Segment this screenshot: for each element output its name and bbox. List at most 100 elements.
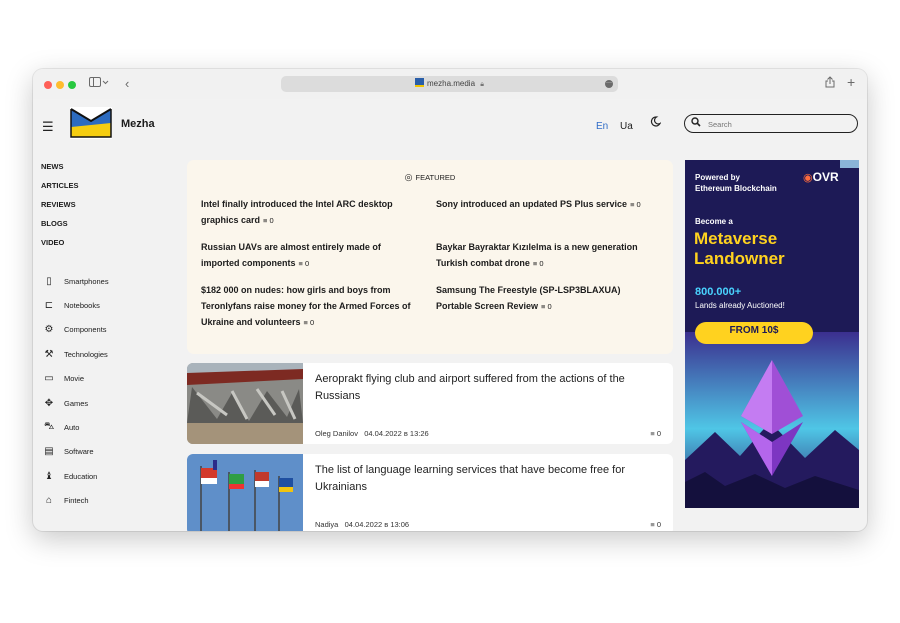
address-bar[interactable]: mezha.media 🔒︎ ··· xyxy=(281,76,618,92)
ad-logo: ◉OVR xyxy=(803,170,839,184)
article-meta: Nadiya 04.04.2022 в 13:06 xyxy=(315,520,409,529)
minimize-window-button[interactable] xyxy=(56,81,64,89)
comment-count: 0 xyxy=(547,302,552,311)
comment-count: 0 xyxy=(656,520,661,529)
ad-become: Become a xyxy=(695,217,733,226)
category-movie[interactable]: ▭ Movie xyxy=(44,367,109,391)
primary-nav: NEWS ARTICLES REVIEWS BLOGS VIDEO xyxy=(41,161,79,256)
comment-count: 0 xyxy=(636,200,641,209)
browser-window: ‹ mezha.media 🔒︎ ··· + ☰ Mezha En Ua Sea… xyxy=(33,69,867,531)
more-icon[interactable]: ··· xyxy=(605,80,613,88)
featured-item[interactable]: Samsung The Freestyle (SP-LSP3BLAXUA) Po… xyxy=(436,282,654,315)
featured-item[interactable]: Sony introduced an updated PS Plus servi… xyxy=(436,196,654,213)
new-tab-icon[interactable]: + xyxy=(847,74,855,90)
article-meta: Oleg Danilov 04.04.2022 в 13:26 xyxy=(315,429,429,438)
article-card[interactable]: Aeroprakt flying club and airport suffer… xyxy=(187,363,673,444)
share-icon[interactable] xyxy=(825,76,835,91)
category-games[interactable]: ✥ Games xyxy=(44,391,109,415)
category-label: Fintech xyxy=(64,496,89,506)
comment-icon: ≡ xyxy=(532,259,538,268)
mezha-logo[interactable] xyxy=(70,107,112,139)
bank-icon: ⌂ xyxy=(45,495,53,507)
comment-count: 0 xyxy=(656,429,661,438)
sidebar-icon[interactable] xyxy=(89,77,109,91)
laptop-icon: ⊏ xyxy=(44,300,54,312)
comment-count: 0 xyxy=(310,318,315,327)
category-label: Smartphones xyxy=(64,276,109,286)
featured-item[interactable]: Russian UAVs are almost entirely made of… xyxy=(201,239,419,272)
nav-news[interactable]: NEWS xyxy=(41,161,79,180)
category-components[interactable]: ⚙︎ Components xyxy=(44,318,109,342)
comment-icon: ≡ xyxy=(263,216,268,225)
featured-block: ◎ FEATURED Intel finally introduced the I… xyxy=(187,160,673,354)
category-fintech[interactable]: ⌂ Fintech xyxy=(44,489,109,513)
category-auto[interactable]: ⛍︎ Auto xyxy=(44,415,109,439)
browser-titlebar: ‹ mezha.media 🔒︎ ··· + xyxy=(33,69,867,99)
category-technologies[interactable]: ⚒︎ Technologies xyxy=(44,342,109,366)
car-icon: ⛍︎ xyxy=(44,421,55,433)
featured-title: Intel finally introduced the Intel ARC d… xyxy=(201,199,393,225)
article-title[interactable]: Aeroprakt flying club and airport suffer… xyxy=(315,371,661,405)
article-thumbnail[interactable] xyxy=(187,454,303,531)
featured-title: Sony introduced an updated PS Plus servi… xyxy=(436,199,628,209)
article-date: 04.04.2022 в 13:06 xyxy=(344,520,410,529)
search-box[interactable] xyxy=(684,114,858,133)
site-header: ☰ Mezha En Ua xyxy=(33,99,867,151)
article-thumbnail[interactable] xyxy=(187,363,303,444)
nav-video[interactable]: VIDEO xyxy=(41,237,79,256)
article-comments[interactable]: ≡ 0 xyxy=(650,429,661,438)
featured-item[interactable]: Baykar Bayraktar Kızılelma is a new gene… xyxy=(436,239,654,272)
robot-arm-icon: ⚒︎ xyxy=(44,348,54,360)
comment-icon: ≡ xyxy=(303,318,308,327)
search-icon xyxy=(691,117,701,130)
article-author[interactable]: Nadiya xyxy=(315,520,338,529)
comment-icon: ≡ xyxy=(630,200,635,209)
category-software[interactable]: ▤ Software xyxy=(44,440,109,464)
featured-item[interactable]: $182 000 on nudes: how girls and boys fr… xyxy=(201,282,419,331)
category-smartphones[interactable]: ▯ Smartphones xyxy=(44,269,109,293)
menu-icon[interactable]: ☰ xyxy=(42,119,54,135)
featured-icon: ◎ xyxy=(404,172,413,182)
ovr-logo-icon: ◉ xyxy=(803,172,813,184)
category-nav: ▯ Smartphones ⊏ Notebooks ⚙︎ Components ⚒︎ T… xyxy=(44,269,109,513)
category-label: Education xyxy=(64,471,98,481)
category-notebooks[interactable]: ⊏ Notebooks xyxy=(44,293,109,317)
nav-articles[interactable]: ARTICLES xyxy=(41,180,79,199)
comment-count: 0 xyxy=(269,216,274,225)
nav-reviews[interactable]: REVIEWS xyxy=(41,199,79,218)
ad-powered-text: Powered by Ethereum Blockchain xyxy=(695,173,777,193)
category-label: Movie xyxy=(64,374,85,384)
dark-mode-toggle[interactable] xyxy=(650,116,662,130)
comment-count: 0 xyxy=(539,259,544,268)
search-input[interactable] xyxy=(706,117,850,131)
featured-item[interactable]: Intel finally introduced the Intel ARC d… xyxy=(201,196,419,229)
window-icon: ▤ xyxy=(44,446,54,458)
article-card[interactable]: The list of language learning services t… xyxy=(187,454,673,531)
close-window-button[interactable] xyxy=(44,81,52,89)
ad-cta-label[interactable]: FROM 10$ xyxy=(695,325,813,336)
graduation-icon: ♝ xyxy=(44,470,54,482)
category-education[interactable]: ♝ Education xyxy=(44,464,109,488)
smartphone-icon: ▯ xyxy=(46,275,52,287)
zoom-window-button[interactable] xyxy=(68,81,76,89)
language-en[interactable]: En xyxy=(596,121,608,132)
article-author[interactable]: Oleg Danilov xyxy=(315,429,358,438)
gamepad-icon: ✥ xyxy=(44,397,54,409)
category-label: Notebooks xyxy=(64,301,100,311)
article-title[interactable]: The list of language learning services t… xyxy=(315,462,661,496)
featured-title: Russian UAVs are almost entirely made of… xyxy=(201,242,381,268)
comment-icon: ≡ xyxy=(650,520,655,529)
chevron-left-icon[interactable]: ‹ xyxy=(125,76,129,91)
clapperboard-icon: ▭ xyxy=(44,373,54,385)
moon-icon xyxy=(650,116,662,127)
site-brand[interactable]: Mezha xyxy=(121,118,155,130)
article-comments[interactable]: ≡ 0 xyxy=(650,520,661,529)
nav-blogs[interactable]: BLOGS xyxy=(41,218,79,237)
comment-icon: ≡ xyxy=(298,259,303,268)
category-label: Software xyxy=(64,447,94,457)
comment-icon: ≡ xyxy=(650,429,655,438)
category-label: Technologies xyxy=(64,349,108,359)
language-ua[interactable]: Ua xyxy=(620,121,633,132)
advertisement-banner[interactable]: Powered by Ethereum Blockchain ◉OVR Becom… xyxy=(685,160,859,508)
featured-heading: ◎ FEATURED xyxy=(404,172,456,182)
